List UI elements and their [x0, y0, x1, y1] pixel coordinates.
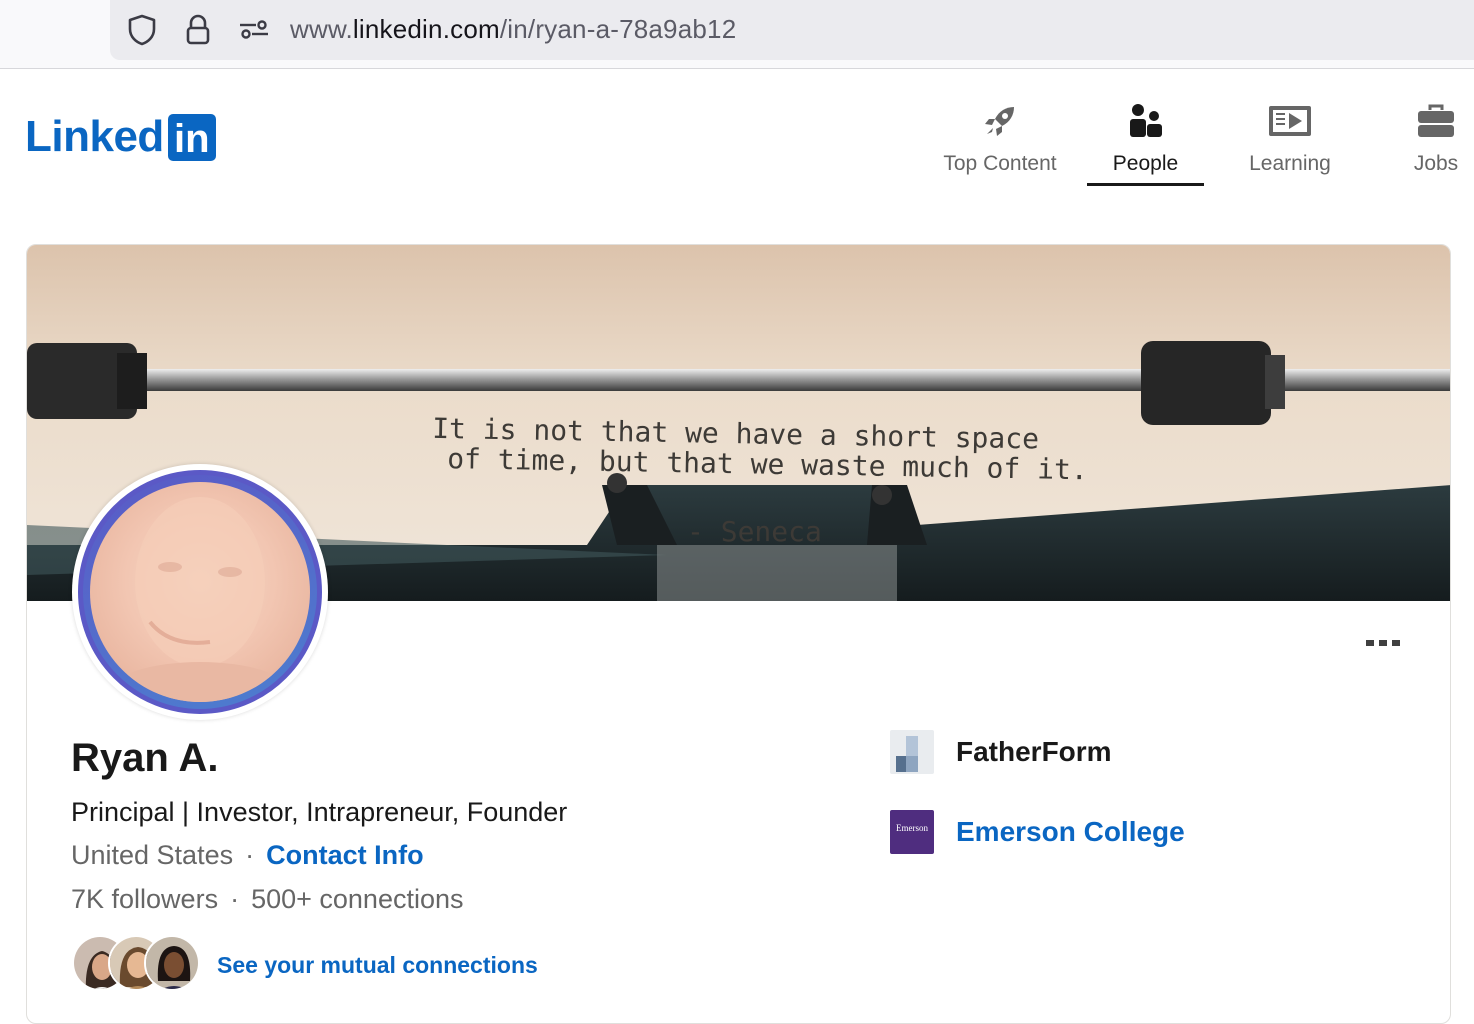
url-text[interactable]: www.linkedin.com/in/ryan-a-78a9ab12: [290, 14, 736, 45]
rocket-icon: [980, 98, 1020, 144]
dot-icon: [1379, 640, 1387, 646]
nav-learning[interactable]: Learning: [1240, 98, 1340, 186]
profile-headline: Principal | Investor, Intrapreneur, Foun…: [71, 797, 568, 827]
nav-jobs[interactable]: Jobs: [1404, 98, 1468, 186]
org-name: Emerson College: [956, 816, 1185, 847]
learning-icon: [1267, 98, 1313, 144]
avatar: [144, 935, 200, 991]
contact-info-link[interactable]: Contact Info: [266, 840, 423, 870]
dot-icon: [1366, 640, 1374, 646]
org-fatherform[interactable]: FatherForm: [890, 730, 1112, 774]
dot-icon: [1392, 640, 1400, 646]
org-name: FatherForm: [956, 736, 1112, 767]
nav-top-content[interactable]: Top Content: [934, 98, 1066, 186]
nav-people[interactable]: People: [1087, 98, 1204, 186]
org-emerson-college[interactable]: Emerson Emerson College: [890, 810, 1185, 854]
people-icon: [1126, 98, 1166, 144]
linkedin-logo[interactable]: Linked in: [25, 113, 216, 161]
mutual-avatars[interactable]: [72, 935, 202, 993]
url-path: /in/ryan-a-78a9ab12: [499, 14, 737, 44]
lock-icon[interactable]: [180, 12, 216, 48]
avatar[interactable]: [90, 482, 310, 702]
mutual-connections-link[interactable]: See your mutual connections: [217, 952, 538, 979]
nav-label: People: [1112, 152, 1179, 175]
fatherform-logo: [890, 730, 934, 774]
nav-label: Learning: [1249, 152, 1331, 175]
emerson-college-logo: Emerson: [890, 810, 934, 854]
active-indicator: [1087, 183, 1204, 186]
url-domain: linkedin.com: [352, 14, 500, 44]
followers-count: 7K followers: [71, 884, 219, 914]
avatar-face-icon: [110, 497, 290, 702]
separator: ·: [245, 840, 255, 870]
emerson-logo-text: Emerson: [896, 823, 928, 833]
stats-line: 7K followers · 500+ connections: [71, 884, 464, 915]
browser-toolbar: www.linkedin.com/in/ryan-a-78a9ab12: [0, 0, 1474, 69]
profile-name: Ryan A.: [71, 736, 219, 780]
banner-attribution: - Seneca: [687, 515, 822, 548]
connections-count[interactable]: 500+ connections: [251, 884, 463, 914]
logo-word: Linked: [25, 112, 164, 161]
permissions-icon[interactable]: [236, 12, 272, 48]
location-line: United States · Contact Info: [71, 840, 424, 871]
briefcase-icon: [1416, 98, 1456, 144]
more-options-button[interactable]: [1358, 628, 1408, 658]
url-prefix: www.: [290, 14, 353, 44]
nav-label: Top Content: [943, 152, 1057, 175]
separator: ·: [230, 884, 240, 914]
logo-box: in: [167, 113, 216, 161]
shield-icon[interactable]: [124, 12, 160, 48]
profile-location: United States: [71, 840, 234, 870]
nav-label: Jobs: [1413, 152, 1459, 175]
